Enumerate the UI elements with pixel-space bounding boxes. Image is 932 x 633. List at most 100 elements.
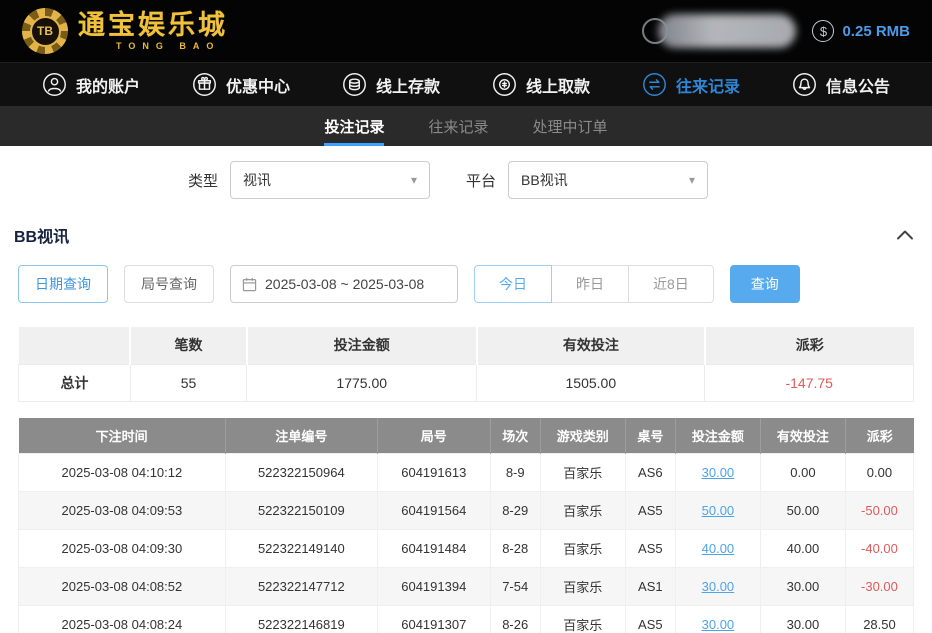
cell-order-number: 522322147712: [225, 568, 377, 606]
cell-bet-amount-link[interactable]: 30.00: [675, 606, 760, 633]
col-game-type: 游戏类别: [540, 418, 625, 454]
cell-payout: -30.00: [845, 568, 913, 606]
today-button[interactable]: 今日: [474, 265, 552, 303]
cell-valid-bet: 50.00: [760, 492, 845, 530]
cell-round-number: 604191564: [377, 492, 490, 530]
tab-bet-records[interactable]: 投注记录: [324, 106, 384, 146]
table-row: 2025-03-08 04:08:24 522322146819 6041913…: [19, 606, 914, 633]
table-row: 2025-03-08 04:09:30 522322149140 6041914…: [19, 530, 914, 568]
cell-game-type: 百家乐: [540, 568, 625, 606]
cell-payout: 0.00: [845, 454, 913, 492]
nav-promotions[interactable]: 优惠中心: [192, 72, 290, 97]
cell-round-number: 604191394: [377, 568, 490, 606]
col-table-number: 桌号: [625, 418, 675, 454]
type-select-value: 视讯: [243, 170, 271, 190]
tab-transaction-records[interactable]: 往来记录: [428, 106, 488, 146]
nav-announcements[interactable]: 信息公告: [792, 72, 890, 97]
cell-bet-amount-link[interactable]: 50.00: [675, 492, 760, 530]
summary-header-blank: [19, 327, 131, 364]
cell-table-number: AS5: [625, 492, 675, 530]
balance[interactable]: $ 0.25 RMB: [812, 20, 910, 42]
cell-game-type: 百家乐: [540, 454, 625, 492]
table-row: 2025-03-08 04:09:53 522322150109 6041915…: [19, 492, 914, 530]
col-order-number: 注单编号: [225, 418, 377, 454]
nav-deposit[interactable]: 线上存款: [342, 72, 440, 97]
header-right: $ 0.25 RMB: [642, 0, 910, 62]
cell-session: 8-28: [490, 530, 540, 568]
col-bet-time: 下注时间: [19, 418, 226, 454]
platform-select-value: BB视讯: [521, 170, 568, 190]
quick-range-group: 今日 昨日 近8日: [474, 265, 714, 303]
calendar-icon: [242, 277, 257, 292]
type-select[interactable]: 视讯 ▾: [230, 161, 430, 199]
chevron-up-icon[interactable]: [896, 229, 914, 241]
logo-text: 通宝娱乐城 TONG BAO: [78, 11, 228, 51]
cell-payout: -40.00: [845, 530, 913, 568]
nav-label: 我的账户: [76, 73, 140, 97]
query-toolbar: 日期查询 局号查询 2025-03-08 ~ 2025-03-08 今日 昨日 …: [0, 247, 932, 303]
last-8-days-button[interactable]: 近8日: [628, 265, 714, 303]
platform-label: 平台: [466, 170, 496, 191]
summary-header-valid-bet: 有效投注: [477, 327, 705, 364]
section-title: BB视讯: [14, 223, 69, 247]
summary-valid-bet-value: 1505.00: [477, 364, 705, 401]
cell-order-number: 522322150109: [225, 492, 377, 530]
nav-withdraw[interactable]: 线上取款: [492, 72, 590, 97]
casino-chip-icon: TB: [22, 8, 68, 54]
nav-transaction-records[interactable]: 往来记录: [642, 72, 740, 97]
search-button[interactable]: 查询: [730, 265, 800, 303]
summary-header-payout: 派彩: [705, 327, 914, 364]
top-header: TB 通宝娱乐城 TONG BAO $ 0.25 RMB: [0, 0, 932, 62]
platform-select[interactable]: BB视讯 ▾: [508, 161, 708, 199]
cell-valid-bet: 30.00: [760, 606, 845, 633]
cell-bet-amount-link[interactable]: 40.00: [675, 530, 760, 568]
nav-label: 线上取款: [526, 73, 590, 97]
col-session: 场次: [490, 418, 540, 454]
cell-game-type: 百家乐: [540, 492, 625, 530]
balance-amount: 0.25 RMB: [842, 23, 910, 40]
col-round-number: 局号: [377, 418, 490, 454]
cell-order-number: 522322149140: [225, 530, 377, 568]
redacted-user-info: [642, 14, 796, 48]
cell-game-type: 百家乐: [540, 530, 625, 568]
summary-total-label: 总计: [19, 364, 131, 401]
cell-round-number: 604191307: [377, 606, 490, 633]
gift-icon: [192, 72, 217, 97]
cell-game-type: 百家乐: [540, 606, 625, 633]
deposit-coins-icon: [342, 72, 367, 97]
cell-round-number: 604191484: [377, 530, 490, 568]
cell-bet-amount-link[interactable]: 30.00: [675, 568, 760, 606]
col-payout: 派彩: [845, 418, 913, 454]
cell-table-number: AS1: [625, 568, 675, 606]
chip-badge: TB: [30, 16, 61, 47]
yesterday-button[interactable]: 昨日: [551, 265, 629, 303]
bet-table-body: 2025-03-08 04:10:12 522322150964 6041916…: [19, 454, 914, 633]
withdraw-coin-icon: [492, 72, 517, 97]
chevron-down-icon: ▾: [411, 173, 417, 187]
cell-valid-bet: 30.00: [760, 568, 845, 606]
bell-icon: [792, 72, 817, 97]
nav-label: 往来记录: [676, 73, 740, 97]
summary-table: 笔数 投注金额 有效投注 派彩 总计 55 1775.00 1505.00 -1…: [18, 327, 914, 402]
summary-header-count: 笔数: [130, 327, 246, 364]
cell-order-number: 522322150964: [225, 454, 377, 492]
date-query-button[interactable]: 日期查询: [18, 265, 108, 303]
cell-session: 8-9: [490, 454, 540, 492]
date-range-input[interactable]: 2025-03-08 ~ 2025-03-08: [230, 265, 458, 303]
summary-header-row: 笔数 投注金额 有效投注 派彩: [19, 327, 914, 364]
nav-my-account[interactable]: 我的账户: [42, 72, 140, 97]
type-label: 类型: [188, 170, 218, 191]
table-row: 2025-03-08 04:10:12 522322150964 6041916…: [19, 454, 914, 492]
cell-bet-amount-link[interactable]: 30.00: [675, 454, 760, 492]
cell-bet-time: 2025-03-08 04:09:30: [19, 530, 226, 568]
bet-records-table: 下注时间 注单编号 局号 场次 游戏类别 桌号 投注金额 有效投注 派彩 202…: [18, 418, 914, 633]
cell-order-number: 522322146819: [225, 606, 377, 633]
round-query-button[interactable]: 局号查询: [124, 265, 214, 303]
cell-bet-time: 2025-03-08 04:08:24: [19, 606, 226, 633]
logo[interactable]: TB 通宝娱乐城 TONG BAO: [22, 8, 228, 54]
redacted-blur: [658, 14, 796, 48]
col-bet-amount: 投注金额: [675, 418, 760, 454]
tab-pending-orders[interactable]: 处理中订单: [533, 106, 608, 146]
section-header: BB视讯: [0, 209, 932, 247]
cell-table-number: AS5: [625, 606, 675, 633]
